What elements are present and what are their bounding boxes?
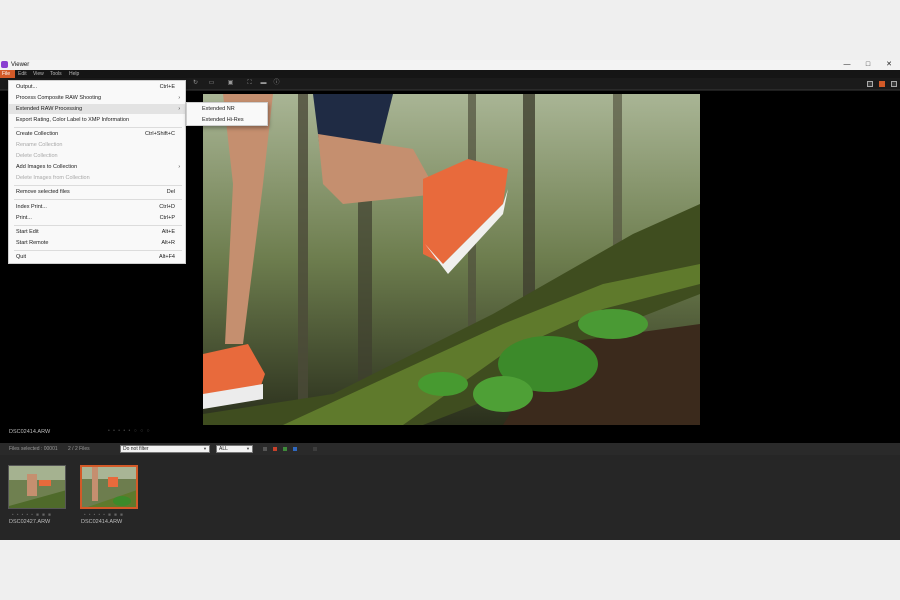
close-button[interactable]: ✕ bbox=[878, 60, 900, 70]
chevron-right-icon: › bbox=[178, 164, 180, 170]
menu-separator bbox=[14, 127, 182, 128]
menu-separator bbox=[14, 250, 182, 251]
label-filter-clear[interactable] bbox=[313, 447, 317, 451]
menu-item-quit[interactable]: Quit Alt+F4 bbox=[9, 252, 185, 262]
menu-item-label: Start Remote bbox=[16, 240, 49, 246]
menu-item-index-print[interactable]: Index Print... Ctrl+D bbox=[9, 202, 185, 212]
thumbnail-2-meta: • • • • • ■ ■ ■ bbox=[84, 512, 124, 517]
menu-item-process-composite[interactable]: Process Composite RAW Shooting › bbox=[9, 93, 185, 103]
menu-item-shortcut: Ctrl+E bbox=[159, 84, 175, 90]
menu-separator bbox=[14, 225, 182, 226]
fullscreen-icon[interactable]: ⛶ bbox=[245, 79, 254, 88]
menu-item-delete-collection: Delete Collection bbox=[9, 151, 185, 161]
grid-view-icon[interactable] bbox=[867, 81, 873, 87]
title-bar: Viewer — □ ✕ bbox=[0, 60, 900, 70]
viewer-filename: DSC02414.ARW bbox=[9, 429, 51, 435]
label-filter-blue[interactable] bbox=[293, 447, 297, 451]
menu-item-export-rating[interactable]: Export Rating, Color Label to XMP Inform… bbox=[9, 115, 185, 125]
files-count-label: 2 / 2 Files bbox=[68, 446, 90, 452]
thumbnail-strip: • • • • • ■ ■ ■ DSC02427.ARW • • • • • ■… bbox=[0, 455, 900, 540]
submenu-item-extended-nr[interactable]: Extended NR bbox=[187, 104, 267, 114]
menu-item-label: Create Collection bbox=[16, 131, 59, 137]
menu-item-start-edit[interactable]: Start Edit Alt+E bbox=[9, 227, 185, 237]
chevron-down-icon: ▼ bbox=[203, 446, 207, 451]
menu-edit[interactable]: Edit bbox=[16, 70, 29, 78]
minimize-button[interactable]: — bbox=[836, 60, 858, 70]
menu-file[interactable]: File bbox=[0, 70, 15, 78]
rating-filter-select[interactable]: ALL ▼ bbox=[216, 445, 253, 453]
thumbnail-2-label: DSC02414.ARW bbox=[81, 519, 123, 525]
menu-separator bbox=[14, 199, 182, 200]
single-view-icon[interactable] bbox=[879, 81, 885, 87]
menu-item-label: Output... bbox=[16, 84, 38, 90]
menu-item-label: Delete Collection bbox=[16, 153, 58, 159]
maximize-button[interactable]: □ bbox=[857, 60, 879, 70]
rotate-icon[interactable]: ↻ bbox=[191, 79, 200, 88]
thumbnail-2-selected[interactable] bbox=[80, 465, 138, 509]
main-photo[interactable] bbox=[203, 94, 700, 425]
menu-item-shortcut: Ctrl+P bbox=[159, 215, 175, 221]
menu-item-shortcut: Alt+R bbox=[161, 240, 175, 246]
menu-item-shortcut: Ctrl+Shift+C bbox=[145, 131, 175, 137]
menu-item-remove-selected[interactable]: Remove selected files Del bbox=[9, 187, 185, 197]
menu-item-label: Rename Collection bbox=[16, 142, 63, 148]
app-logo-icon bbox=[1, 61, 8, 68]
extended-raw-submenu: Extended NR Extended Hi-Res bbox=[186, 102, 268, 126]
menu-item-rename-collection: Rename Collection bbox=[9, 140, 185, 150]
menu-item-extended-raw[interactable]: Extended RAW Processing › bbox=[9, 104, 185, 114]
label-filter-green[interactable] bbox=[283, 447, 287, 451]
menu-item-add-images[interactable]: Add Images to Collection › bbox=[9, 162, 185, 172]
thumbnail-1-meta: • • • • • ■ ■ ■ bbox=[12, 512, 52, 517]
window-title: Viewer bbox=[11, 62, 30, 68]
info-icon[interactable]: ⓘ bbox=[272, 79, 281, 88]
menu-item-label: Export Rating, Color Label to XMP Inform… bbox=[16, 117, 130, 123]
menu-item-label: Delete Images from Collection bbox=[16, 175, 90, 181]
menu-item-delete-images: Delete Images from Collection bbox=[9, 173, 185, 183]
chevron-down-icon: ▼ bbox=[246, 446, 250, 451]
menu-item-label: Index Print... bbox=[16, 204, 47, 210]
label-filter-red[interactable] bbox=[273, 447, 277, 451]
menu-bar: File Edit View Tools Help bbox=[0, 70, 900, 78]
menu-item-label: Print... bbox=[16, 215, 32, 221]
viewer-rating[interactable]: • • • • • ○ ○ ○ bbox=[108, 428, 151, 434]
chevron-right-icon: › bbox=[178, 106, 180, 112]
menu-item-label: Extended RAW Processing bbox=[16, 106, 83, 112]
histogram-icon[interactable]: ▬ bbox=[259, 79, 268, 88]
submenu-item-extended-hires[interactable]: Extended Hi-Res bbox=[187, 115, 267, 125]
menu-item-shortcut: Alt+E bbox=[161, 229, 175, 235]
menu-item-create-collection[interactable]: Create Collection Ctrl+Shift+C bbox=[9, 129, 185, 139]
compare-icon[interactable]: ▣ bbox=[226, 79, 235, 88]
menu-item-output[interactable]: Output... Ctrl+E bbox=[9, 82, 185, 92]
menu-item-shortcut: Alt+F4 bbox=[158, 254, 175, 260]
menu-help[interactable]: Help bbox=[67, 70, 81, 78]
label-filter-gray[interactable] bbox=[263, 447, 267, 451]
menu-item-shortcut: Ctrl+D bbox=[159, 204, 175, 210]
menu-item-print[interactable]: Print... Ctrl+P bbox=[9, 213, 185, 223]
rating-filter-value: ALL bbox=[219, 446, 228, 452]
filter-select-value: Do not filter bbox=[123, 446, 149, 452]
menu-tools[interactable]: Tools bbox=[48, 70, 64, 78]
fit-icon[interactable]: ▭ bbox=[207, 79, 216, 88]
files-selected-label: Files selected : 00001 bbox=[9, 446, 58, 452]
compare-view-icon[interactable] bbox=[891, 81, 897, 87]
menu-item-label: Start Edit bbox=[16, 229, 39, 235]
menu-item-shortcut: Del bbox=[166, 189, 175, 195]
filter-select[interactable]: Do not filter ▼ bbox=[120, 445, 210, 453]
menu-item-label: Add Images to Collection bbox=[16, 164, 78, 170]
file-menu-dropdown: Output... Ctrl+E Process Composite RAW S… bbox=[8, 80, 186, 264]
filter-bar: Files selected : 00001 2 / 2 Files Do no… bbox=[0, 443, 900, 455]
menu-separator bbox=[14, 185, 182, 186]
chevron-right-icon: › bbox=[178, 95, 180, 101]
thumbnail-1-label: DSC02427.ARW bbox=[9, 519, 51, 525]
menu-item-start-remote[interactable]: Start Remote Alt+R bbox=[9, 238, 185, 248]
menu-view[interactable]: View bbox=[31, 70, 46, 78]
menu-item-label: Quit bbox=[16, 254, 27, 260]
menu-item-label: Process Composite RAW Shooting bbox=[16, 95, 102, 101]
menu-item-label: Remove selected files bbox=[16, 189, 70, 195]
thumbnail-1[interactable] bbox=[8, 465, 66, 509]
